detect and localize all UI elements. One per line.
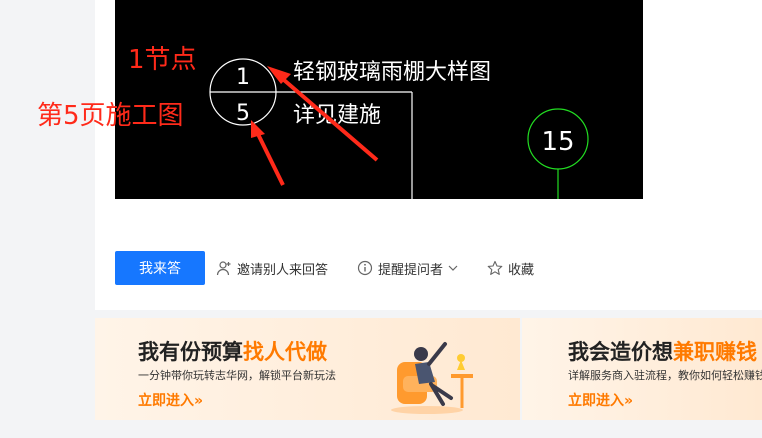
star-icon <box>487 260 503 276</box>
promo-banner-parttime[interactable]: 我会造价想兼职赚钱 详解服务商入驻流程，教你如何轻松赚钱 立即进入» <box>522 318 762 420</box>
promo-title-highlight: 兼职赚钱 <box>673 340 757 364</box>
sheet-number: 5 <box>236 101 250 126</box>
promo-title-highlight: 找人代做 <box>243 340 327 364</box>
arrow-to-sheet-number <box>254 129 285 186</box>
promo-subtitle: 一分钟带你玩转志华网，解锁平台新玩法 <box>138 369 336 382</box>
detail-title: 轻钢玻璃雨棚大样图 <box>293 60 491 85</box>
remind-label: 提醒提问者 <box>378 262 444 278</box>
promo-title-plain: 我有份预算 <box>138 340 243 364</box>
promo-banners: 我有份预算找人代做 一分钟带你玩转志华网，解锁平台新玩法 立即进入» 我会造价想… <box>95 318 762 420</box>
invite-label: 邀请别人来回答 <box>237 262 329 278</box>
promo-enter-link[interactable]: 立即进入» <box>138 390 203 410</box>
cad-drawing-image: 1 5 轻钢玻璃雨棚大样图 详见建施 15 <box>115 0 643 199</box>
arrow-head-2 <box>251 120 265 138</box>
promo-title: 我有份预算找人代做 <box>138 336 327 366</box>
person-at-desk-illustration <box>391 342 473 414</box>
page-annotation: 第5页施工图 <box>37 101 184 131</box>
promo-enter-link[interactable]: 立即进入» <box>568 390 633 410</box>
axis-number: 15 <box>541 127 574 157</box>
favorite-action[interactable]: 收藏 <box>487 251 534 285</box>
user-add-icon <box>216 260 232 276</box>
detail-number: 1 <box>236 65 250 90</box>
promo-subtitle: 详解服务商入驻流程，教你如何轻松赚钱 <box>568 369 762 382</box>
remind-asker-action[interactable]: 提醒提问者 <box>357 251 458 285</box>
favorite-label: 收藏 <box>508 262 535 278</box>
promo-title: 我会造价想兼职赚钱 <box>568 336 757 366</box>
answer-button[interactable]: 我来答 <box>115 251 205 285</box>
invite-answer-action[interactable]: 邀请别人来回答 <box>216 251 328 285</box>
chevron-down-icon <box>448 263 458 273</box>
cad-drawing-svg: 1 5 轻钢玻璃雨棚大样图 详见建施 15 <box>209 58 589 199</box>
info-icon <box>357 260 373 276</box>
node-annotation: 1节点 <box>128 45 197 75</box>
promo-banner-budget[interactable]: 我有份预算找人代做 一分钟带你玩转志华网，解锁平台新玩法 立即进入» <box>95 318 520 420</box>
promo-title-plain: 我会造价想 <box>568 340 673 364</box>
